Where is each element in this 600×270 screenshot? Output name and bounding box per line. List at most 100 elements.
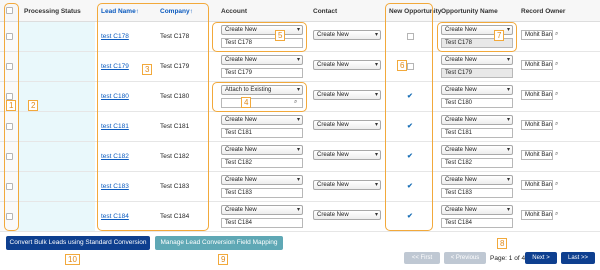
account-action-value: Create New [225, 57, 257, 63]
account-action-value: Create New [225, 147, 257, 153]
callout-box-lead-company [97, 3, 209, 231]
next-page-button[interactable]: Next > [525, 252, 557, 264]
contact-action-value: Create New [317, 152, 349, 158]
opportunity-action-value: Create New [445, 207, 477, 213]
account-action-select[interactable]: Create New ▾ [221, 175, 303, 185]
convert-bulk-leads-button[interactable]: Convert Bulk Leads using Standard Conver… [6, 236, 150, 250]
chevron-down-icon: ▾ [296, 57, 300, 63]
table-header: Processing Status Lead Name↑ Company↑ Ac… [0, 0, 600, 22]
contact-action-value: Create New [317, 32, 349, 38]
opportunity-action-select[interactable]: Create New ▾ [441, 55, 513, 65]
contact-action-select[interactable]: Create New ▾ [313, 150, 381, 160]
header-opportunity-name: Opportunity Name [441, 8, 498, 15]
callout-box-account-create [212, 22, 307, 52]
account-name-field[interactable]: Test C181 [221, 128, 303, 138]
account-action-select[interactable]: Create New ▾ [221, 55, 303, 65]
opportunity-name-field[interactable]: Test C180 [441, 98, 513, 108]
lookup-icon[interactable]: ⌕ [555, 121, 564, 129]
lookup-icon[interactable]: ⌕ [555, 31, 564, 39]
chevron-down-icon: ▾ [374, 32, 378, 38]
opportunity-action-select[interactable]: Create New ▾ [441, 145, 513, 155]
account-action-select[interactable]: Create New ▾ [221, 115, 303, 125]
record-owner-field[interactable]: Mohit Ban [521, 30, 553, 40]
contact-action-select[interactable]: Create New ▾ [313, 60, 381, 70]
account-action-value: Create New [225, 177, 257, 183]
contact-action-select[interactable]: Create New ▾ [313, 120, 381, 130]
record-owner-field[interactable]: Mohit Ban [521, 150, 553, 160]
header-account: Account [221, 8, 247, 15]
opportunity-action-select[interactable]: Create New ▾ [441, 175, 513, 185]
chevron-down-icon: ▾ [506, 57, 510, 63]
chevron-down-icon: ▾ [506, 177, 510, 183]
account-name-field[interactable]: Test C182 [221, 158, 303, 168]
callout-label-1: 1 [6, 100, 17, 111]
account-name-field[interactable]: Test C183 [221, 188, 303, 198]
opportunity-action-value: Create New [445, 117, 477, 123]
header-contact: Contact [313, 8, 338, 15]
opportunity-name-field[interactable]: Test C184 [441, 218, 513, 228]
opportunity-name-field[interactable]: Test C182 [441, 158, 513, 168]
previous-page-button[interactable]: < Previous [444, 252, 486, 264]
record-owner-field[interactable]: Mohit Ban [521, 90, 553, 100]
account-action-select[interactable]: Create New ▾ [221, 145, 303, 155]
opportunity-name-field[interactable]: Test C179 [441, 68, 513, 78]
opportunity-action-select[interactable]: Create New ▾ [441, 205, 513, 215]
opportunity-action-select[interactable]: Create New ▾ [441, 115, 513, 125]
contact-action-select[interactable]: Create New ▾ [313, 90, 381, 100]
lookup-icon[interactable]: ⌕ [555, 181, 564, 189]
chevron-down-icon: ▾ [374, 92, 378, 98]
page-info: Page: 1 of 4 [490, 255, 526, 262]
chevron-down-icon: ▾ [374, 62, 378, 68]
record-owner-field[interactable]: Mohit Ban [521, 120, 553, 130]
chevron-down-icon: ▾ [506, 207, 510, 213]
account-action-value: Create New [225, 117, 257, 123]
opportunity-action-select[interactable]: Create New ▾ [441, 85, 513, 95]
callout-box-select [4, 3, 19, 231]
contact-action-value: Create New [317, 182, 349, 188]
contact-action-select[interactable]: Create New ▾ [313, 210, 381, 220]
callout-box-opportunity-name [437, 22, 517, 52]
chevron-down-icon: ▾ [296, 147, 300, 153]
lookup-icon[interactable]: ⌕ [555, 91, 564, 99]
callout-label-6: 6 [397, 60, 408, 71]
account-action-select[interactable]: Create New ▾ [221, 205, 303, 215]
chevron-down-icon: ▾ [296, 207, 300, 213]
callout-label-9: 9 [218, 254, 229, 265]
opportunity-action-value: Create New [445, 147, 477, 153]
table-row: test C181 Test C181 Create New ▾ Test C181 Cr… [0, 112, 600, 142]
record-owner-field[interactable]: Mohit Ban [521, 60, 553, 70]
table-row: test C184 Test C184 Create New ▾ Test C184 Cr… [0, 202, 600, 232]
callout-label-8: 8 [497, 238, 508, 249]
table-row: test C183 Test C183 Create New ▾ Test C183 Cr… [0, 172, 600, 202]
chevron-down-icon: ▾ [374, 152, 378, 158]
table-row: test C182 Test C182 Create New ▾ Test C182 Cr… [0, 142, 600, 172]
account-name-field[interactable]: Test C179 [221, 68, 303, 78]
first-page-button[interactable]: << First [404, 252, 440, 264]
callout-box-new-opportunity [385, 3, 433, 231]
header-processing-status: Processing Status [24, 8, 81, 15]
callout-label-2: 2 [28, 100, 39, 111]
account-name-field[interactable]: Test C184 [221, 218, 303, 228]
contact-action-select[interactable]: Create New ▾ [313, 180, 381, 190]
contact-action-select[interactable]: Create New ▾ [313, 30, 381, 40]
lookup-icon[interactable]: ⌕ [555, 151, 564, 159]
opportunity-action-value: Create New [445, 87, 477, 93]
callout-label-3: 3 [142, 64, 153, 75]
lookup-icon[interactable]: ⌕ [555, 61, 564, 69]
callout-label-4: 4 [241, 97, 252, 108]
contact-action-value: Create New [317, 62, 349, 68]
contact-action-value: Create New [317, 212, 349, 218]
callout-label-10: 10 [65, 254, 80, 265]
chevron-down-icon: ▾ [374, 122, 378, 128]
chevron-down-icon: ▾ [296, 117, 300, 123]
record-owner-field[interactable]: Mohit Ban [521, 210, 553, 220]
opportunity-action-value: Create New [445, 57, 477, 63]
manage-field-mapping-button[interactable]: Manage Lead Conversion Field Mapping [155, 236, 283, 250]
chevron-down-icon: ▾ [296, 177, 300, 183]
chevron-down-icon: ▾ [506, 147, 510, 153]
opportunity-name-field[interactable]: Test C183 [441, 188, 513, 198]
opportunity-name-field[interactable]: Test C181 [441, 128, 513, 138]
lookup-icon[interactable]: ⌕ [555, 211, 564, 219]
record-owner-field[interactable]: Mohit Ban [521, 180, 553, 190]
last-page-button[interactable]: Last >> [561, 252, 595, 264]
